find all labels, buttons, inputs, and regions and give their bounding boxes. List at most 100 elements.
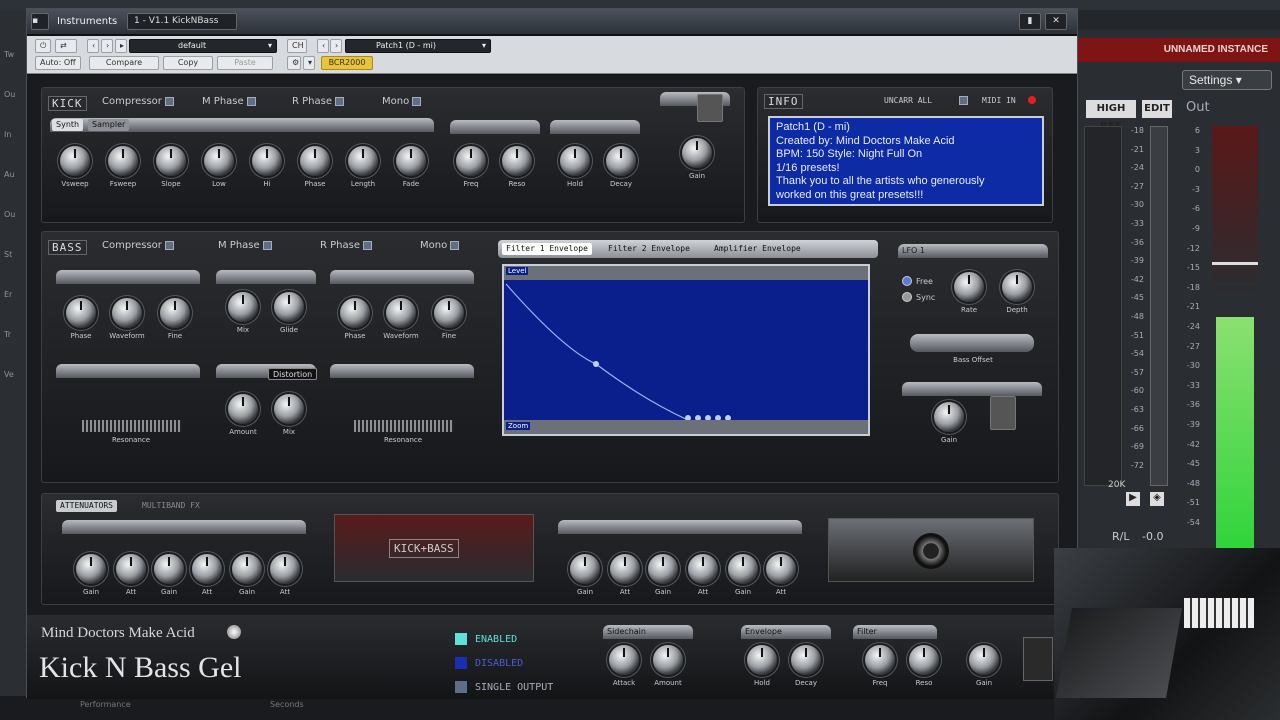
- checkbox[interactable]: [335, 96, 344, 106]
- checkbox[interactable]: [164, 240, 174, 250]
- osc1-knob[interactable]: [112, 298, 142, 328]
- kick-mphase-toggle[interactable]: M Phase: [202, 96, 256, 107]
- mix-knob[interactable]: [274, 292, 304, 322]
- preset-dropdown[interactable]: default ▾: [129, 39, 277, 53]
- tab-filter1-envelope[interactable]: Filter 1 Envelope: [502, 243, 592, 255]
- fx-left-knob[interactable]: [76, 554, 106, 584]
- copy-button[interactable]: Copy: [163, 56, 213, 70]
- kick-knob[interactable]: [156, 146, 186, 176]
- osc2-knob[interactable]: [386, 298, 416, 328]
- footer-knob[interactable]: [791, 645, 821, 675]
- footer-knob[interactable]: [865, 645, 895, 675]
- footer-knob[interactable]: [609, 645, 639, 675]
- resonance-slider-1[interactable]: [82, 420, 182, 432]
- next-icon[interactable]: ›: [101, 39, 113, 53]
- checkbox[interactable]: [262, 240, 272, 250]
- controller-button[interactable]: BCR2000: [321, 56, 373, 70]
- fx-left-knob[interactable]: [154, 554, 184, 584]
- footer-output-switch[interactable]: [1023, 637, 1053, 681]
- ch-button[interactable]: CH: [287, 39, 307, 53]
- window-titlebar[interactable]: ▪ Instruments 1 - V1.1 KickNBass ▮ ✕: [27, 9, 1077, 35]
- osc1-knob[interactable]: [66, 298, 96, 328]
- mix-knob[interactable]: [228, 292, 258, 322]
- kick-mono-toggle[interactable]: Mono: [382, 96, 422, 107]
- tab-filter2-envelope[interactable]: Filter 2 Envelope: [604, 243, 694, 255]
- footer-knob[interactable]: [969, 645, 999, 675]
- save-icon[interactable]: ▸: [115, 39, 127, 53]
- kick-filter-knob[interactable]: [502, 146, 532, 176]
- kick-rphase-toggle[interactable]: R Phase: [292, 96, 344, 107]
- instance-title[interactable]: 1 - V1.1 KickNBass: [127, 13, 237, 30]
- kick-filter-knob[interactable]: [456, 146, 486, 176]
- footer-knob[interactable]: [747, 645, 777, 675]
- kick-envelope-knob[interactable]: [560, 146, 590, 176]
- edit-button[interactable]: EDIT: [1142, 100, 1172, 118]
- fx-left-knob[interactable]: [232, 554, 262, 584]
- kick-output-switch[interactable]: [697, 94, 723, 122]
- tab-multiband-fx[interactable]: MULTIBAND FX: [138, 500, 204, 512]
- osc1-knob[interactable]: [160, 298, 190, 328]
- gear-icon[interactable]: ⚙: [287, 56, 301, 70]
- envelope-node[interactable]: [593, 361, 599, 367]
- paste-button[interactable]: Paste: [217, 56, 273, 70]
- tab-sampler[interactable]: Sampler: [88, 119, 130, 131]
- prev-icon[interactable]: ‹: [87, 39, 99, 53]
- disabled-led-icon[interactable]: [455, 657, 467, 669]
- tab-amplifier-envelope[interactable]: Amplifier Envelope: [710, 243, 805, 255]
- kick-gain-knob[interactable]: [682, 138, 712, 168]
- patch-next-icon[interactable]: ›: [330, 39, 342, 53]
- kick-knob[interactable]: [396, 146, 426, 176]
- kick-knob[interactable]: [252, 146, 282, 176]
- scrollbar[interactable]: [1150, 126, 1168, 486]
- lfo-knob[interactable]: [954, 272, 984, 302]
- pin-icon[interactable]: ▮: [1019, 13, 1041, 30]
- play-icon[interactable]: ▶: [1126, 492, 1140, 506]
- chevron-down-icon[interactable]: ▾: [303, 56, 315, 70]
- kick-compressor-toggle[interactable]: Compressor: [102, 96, 174, 107]
- fx-left-knob[interactable]: [270, 554, 300, 584]
- patch-prev-icon[interactable]: ‹: [317, 39, 329, 53]
- patch-dropdown[interactable]: Patch1 (D - mi) ▾: [345, 39, 491, 53]
- bass-mono-toggle[interactable]: Mono: [420, 240, 460, 251]
- auto-off-button[interactable]: Auto: Off: [35, 56, 81, 70]
- lfo-knob[interactable]: [1002, 272, 1032, 302]
- enabled-led-icon[interactable]: [455, 633, 467, 645]
- window-menu-icon[interactable]: ▪: [31, 13, 49, 30]
- checkbox[interactable]: [363, 240, 372, 250]
- osc2-knob[interactable]: [434, 298, 464, 328]
- envelope-editor[interactable]: Level Zoom: [502, 264, 870, 436]
- distortion-knob[interactable]: [274, 394, 304, 424]
- fx-right-knob[interactable]: [648, 554, 678, 584]
- compare-button[interactable]: Compare: [89, 56, 159, 70]
- distortion-knob[interactable]: [228, 394, 258, 424]
- single-output-led-icon[interactable]: [455, 681, 467, 693]
- bass-gain-knob[interactable]: [934, 402, 964, 432]
- settings-button[interactable]: Settings ▾: [1182, 70, 1272, 90]
- power-icon[interactable]: ⏻: [35, 39, 51, 53]
- bass-offset-slider[interactable]: [910, 334, 1034, 352]
- envelope-curve[interactable]: [504, 280, 868, 420]
- bass-mphase-toggle[interactable]: M Phase: [218, 240, 272, 251]
- high-res-button[interactable]: HIGH RES: [1086, 100, 1136, 132]
- distortion-type-select[interactable]: Distortion: [268, 368, 318, 380]
- footer-knob[interactable]: [909, 645, 939, 675]
- checkbox[interactable]: [412, 96, 422, 106]
- checkbox[interactable]: [450, 240, 460, 250]
- kick-knob[interactable]: [60, 146, 90, 176]
- fader-handle[interactable]: [1212, 262, 1258, 265]
- kick-knob[interactable]: [108, 146, 138, 176]
- fx-right-knob[interactable]: [728, 554, 758, 584]
- resonance-slider-2[interactable]: [354, 420, 454, 432]
- fx-left-knob[interactable]: [192, 554, 222, 584]
- bypass-toggle[interactable]: ⇄: [55, 39, 77, 53]
- fx-left-knob[interactable]: [116, 554, 146, 584]
- checkbox[interactable]: [246, 96, 256, 106]
- kick-knob[interactable]: [300, 146, 330, 176]
- target-icon[interactable]: ◈: [1150, 492, 1164, 506]
- bass-output-switch[interactable]: [990, 396, 1016, 430]
- kick-envelope-knob[interactable]: [606, 146, 636, 176]
- kick-knob[interactable]: [348, 146, 378, 176]
- lfo-free-radio[interactable]: [902, 276, 912, 286]
- tab-synth[interactable]: Synth: [52, 119, 84, 131]
- kick-knob[interactable]: [204, 146, 234, 176]
